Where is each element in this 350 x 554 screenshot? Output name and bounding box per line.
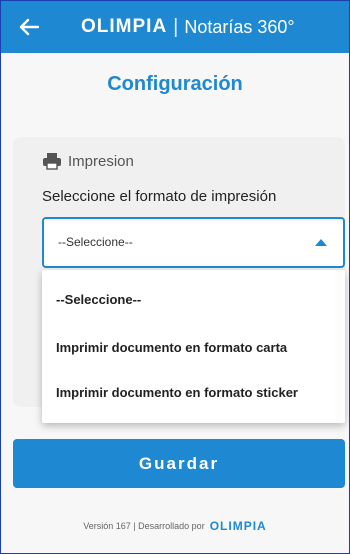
format-select[interactable]: --Seleccione--	[42, 217, 345, 268]
footer-logo: olimpia	[209, 519, 267, 533]
format-dropdown: --Seleccione-- Imprimir documento en for…	[42, 270, 345, 423]
select-value: --Seleccione--	[58, 235, 133, 249]
option-carta[interactable]: Imprimir documento en formato carta	[56, 340, 287, 355]
arrow-left-icon	[19, 18, 39, 36]
caret-up-icon	[315, 239, 327, 246]
section-title: Impresion	[68, 152, 134, 170]
brand-subtitle: Notarías 360°	[184, 16, 295, 37]
brand-logo: olimpia	[81, 16, 168, 37]
section-header: Impresion	[42, 152, 134, 170]
option-sticker[interactable]: Imprimir documento en formato sticker	[56, 385, 298, 400]
format-label: Seleccione el formato de impresión	[42, 188, 277, 205]
back-button[interactable]	[15, 13, 43, 41]
option-placeholder[interactable]: --Seleccione--	[56, 292, 141, 307]
version-text: Versión 167 | Desarrollado por	[83, 521, 205, 531]
printer-icon	[43, 153, 61, 170]
brand: olimpia | Notarías 360°	[81, 14, 295, 40]
app-header: olimpia | Notarías 360°	[1, 1, 349, 53]
save-button[interactable]: Guardar	[13, 439, 345, 488]
page-title: Configuración	[107, 73, 243, 95]
app-frame: olimpia | Notarías 360° Configuración Im…	[0, 0, 350, 554]
brand-separator: |	[173, 15, 179, 38]
footer: Versión 167 | Desarrollado por olimpia	[1, 519, 349, 533]
